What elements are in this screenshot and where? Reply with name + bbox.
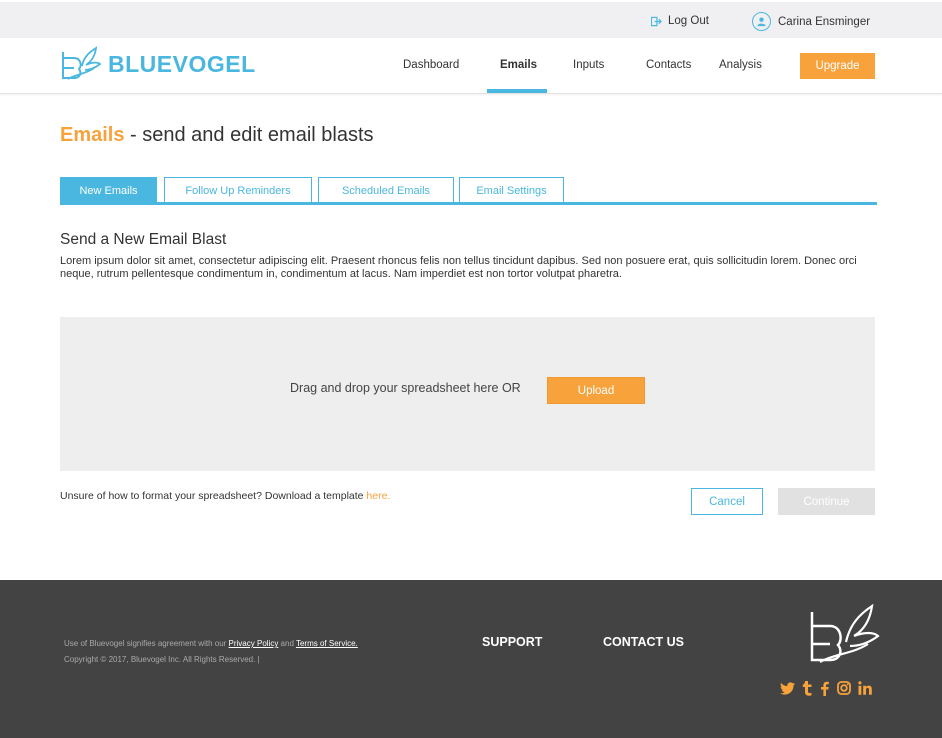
user-name: Carina Ensminger xyxy=(778,15,871,28)
template-hint: Unsure of how to format your spreadsheet… xyxy=(60,490,390,502)
template-hint-text: Unsure of how to format your spreadsheet… xyxy=(60,490,367,502)
tumblr-icon[interactable] xyxy=(799,680,815,696)
footer-contact-link[interactable]: CONTACT US xyxy=(603,635,684,649)
legal-prefix: Use of Bluevogel signifies agreement wit… xyxy=(64,639,229,648)
legal-and: and xyxy=(278,639,296,648)
footer-support-link[interactable]: SUPPORT xyxy=(482,635,542,649)
terms-of-service-link[interactable]: Terms of Service. xyxy=(296,639,358,648)
nav-emails[interactable]: Emails xyxy=(500,59,537,71)
site-footer: Use of Bluevogel signifies agreement wit… xyxy=(0,580,942,738)
tab-email-settings[interactable]: Email Settings xyxy=(459,177,564,204)
template-download-link[interactable]: here. xyxy=(366,490,390,502)
continue-button[interactable]: Continue xyxy=(778,488,875,515)
tab-new-emails[interactable]: New Emails xyxy=(60,177,157,204)
brand-logo[interactable]: BLUEVOGEL xyxy=(60,46,256,82)
nav-inputs[interactable]: Inputs xyxy=(573,59,604,71)
footer-bird-logo-icon xyxy=(810,604,880,663)
legal-notice: Use of Bluevogel signifies agreement wit… xyxy=(64,636,358,668)
main-header: BLUEVOGEL Dashboard Emails Inputs Contac… xyxy=(0,38,942,94)
user-menu[interactable]: Carina Ensminger xyxy=(752,12,870,31)
upgrade-button[interactable]: Upgrade xyxy=(800,53,875,79)
dropzone-text: Drag and drop your spreadsheet here OR xyxy=(290,381,521,395)
page-title-accent: Emails xyxy=(60,124,125,146)
instagram-icon[interactable] xyxy=(836,680,852,696)
tab-scheduled-emails[interactable]: Scheduled Emails xyxy=(318,177,454,204)
logout-link[interactable]: Log Out xyxy=(651,15,709,27)
nav-dashboard[interactable]: Dashboard xyxy=(403,59,459,71)
logout-icon xyxy=(651,16,662,26)
facebook-icon[interactable] xyxy=(816,680,832,696)
user-icon xyxy=(757,17,766,27)
section-description: Lorem ipsum dolor sit amet, consectetur … xyxy=(60,255,857,280)
page-title-rest: - send and edit email blasts xyxy=(124,124,374,146)
active-nav-indicator xyxy=(487,89,547,93)
bird-logo-icon xyxy=(62,46,102,80)
twitter-icon[interactable] xyxy=(779,680,795,696)
avatar xyxy=(752,12,771,31)
upload-button[interactable]: Upload xyxy=(547,377,645,404)
logout-label: Log Out xyxy=(668,15,709,27)
brand-name: BLUEVOGEL xyxy=(108,50,256,77)
copyright-text: Copyright © 2017, Bluevogel Inc. All Rig… xyxy=(64,655,260,664)
tabs-underline xyxy=(60,202,877,205)
cancel-button[interactable]: Cancel xyxy=(691,488,763,515)
privacy-policy-link[interactable]: Privacy Policy xyxy=(229,639,279,648)
linkedin-icon[interactable] xyxy=(857,680,873,696)
section-title: Send a New Email Blast xyxy=(60,231,227,248)
nav-contacts[interactable]: Contacts xyxy=(646,59,691,71)
top-utility-bar: Log Out Carina Ensminger xyxy=(0,0,942,38)
page-title: Emails - send and edit email blasts xyxy=(60,124,374,147)
tab-follow-up-reminders[interactable]: Follow Up Reminders xyxy=(164,177,312,204)
nav-analysis[interactable]: Analysis xyxy=(719,59,762,71)
